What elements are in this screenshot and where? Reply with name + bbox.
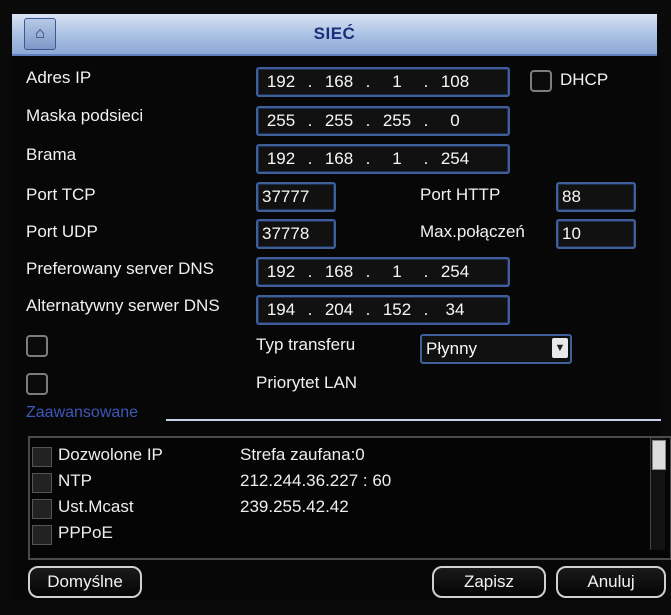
max-connections-label: Max.połączeń	[420, 222, 525, 241]
row-name: Ust.Mcast	[58, 497, 134, 516]
adns-octet-1: 194	[266, 300, 296, 319]
preferred-dns-label: Preferowany server DNS	[26, 259, 215, 278]
row-checkbox[interactable]	[32, 525, 52, 545]
http-port-value: 88	[562, 187, 581, 206]
gw-octet-3: 1	[392, 149, 402, 168]
row-checkbox[interactable]	[32, 499, 52, 519]
max-connections-field[interactable]: 10	[556, 219, 636, 249]
mask-octet-4: 0	[450, 111, 460, 130]
row-checkbox[interactable]	[32, 473, 52, 493]
gateway-field[interactable]: 192 . 168 . 1 . 254	[256, 144, 510, 174]
pdns-octet-3: 1	[392, 262, 402, 281]
row-name: PPPoE	[58, 523, 113, 542]
window-titlebar: SIEĆ	[12, 14, 657, 56]
list-scrollbar[interactable]	[650, 438, 666, 550]
cancel-button-label: Anuluj	[587, 572, 635, 591]
mask-octet-2: 255	[324, 111, 354, 130]
ip-address-label: Adres IP	[26, 68, 92, 87]
ip-address-field[interactable]: 192 . 168 . 1 . 108	[256, 67, 510, 97]
gw-octet-1: 192	[266, 149, 296, 168]
dhcp-checkbox[interactable]	[530, 70, 552, 92]
transfer-type-value: Płynny	[426, 339, 478, 358]
adns-octet-2: 204	[324, 300, 354, 319]
mask-octet-3: 255	[382, 111, 412, 130]
adns-octet-4: 34	[445, 300, 465, 319]
udp-port-label: Port UDP	[26, 222, 98, 241]
mask-octet-1: 255	[266, 111, 296, 130]
row-name: Dozwolone IP	[58, 445, 163, 464]
gw-octet-2: 168	[324, 149, 354, 168]
default-button-label: Domyślne	[47, 572, 123, 591]
transfer-type-checkbox[interactable]	[26, 335, 48, 357]
tcp-port-value: 37777	[262, 187, 310, 206]
pdns-octet-4: 254	[440, 262, 470, 281]
alternate-dns-field[interactable]: 194 . 204 . 152 . 34	[256, 295, 510, 325]
ip-octet-4: 108	[440, 72, 470, 91]
list-item[interactable]: PPPoE	[30, 522, 650, 546]
ip-octet-1: 192	[266, 72, 296, 91]
row-value: 239.255.42.42	[240, 497, 349, 516]
gw-octet-4: 254	[440, 149, 470, 168]
row-checkbox[interactable]	[32, 447, 52, 467]
cancel-button[interactable]: Anuluj	[556, 566, 666, 598]
tcp-port-field[interactable]: 37777	[256, 182, 336, 212]
http-port-label: Port HTTP	[420, 185, 501, 204]
network-icon: ⌂	[24, 18, 56, 50]
subnet-mask-label: Maska podsieci	[26, 106, 144, 125]
gateway-label: Brama	[26, 145, 77, 164]
lan-priority-label: Priorytet LAN	[256, 373, 358, 392]
ip-octet-2: 168	[324, 72, 354, 91]
list-item[interactable]: Dozwolone IP Strefa zaufana:0	[30, 444, 650, 468]
advanced-section-title: Zaawansowane	[26, 404, 139, 421]
pdns-octet-2: 168	[324, 262, 354, 281]
tcp-port-label: Port TCP	[26, 185, 96, 204]
chevron-down-icon[interactable]: ▼	[552, 338, 568, 358]
alternate-dns-label: Alternatywny serwer DNS	[26, 296, 220, 315]
transfer-type-select[interactable]: Płynny ▼	[420, 334, 572, 364]
ip-octet-3: 1	[392, 72, 402, 91]
default-button[interactable]: Domyślne	[28, 566, 142, 598]
row-value: 212.244.36.227 : 60	[240, 471, 392, 490]
scrollbar-thumb[interactable]	[652, 440, 666, 470]
pdns-octet-1: 192	[266, 262, 296, 281]
advanced-list: Dozwolone IP Strefa zaufana:0 NTP 212.24…	[28, 436, 671, 560]
window-title: SIEĆ	[313, 24, 356, 43]
row-value: Strefa zaufana:0	[240, 445, 365, 464]
http-port-field[interactable]: 88	[556, 182, 636, 212]
udp-port-value: 37778	[262, 224, 310, 243]
row-name: NTP	[58, 471, 92, 490]
dhcp-label: DHCP	[560, 70, 609, 89]
subnet-mask-field[interactable]: 255 . 255 . 255 . 0	[256, 106, 510, 136]
list-item[interactable]: NTP 212.244.36.227 : 60	[30, 470, 650, 494]
udp-port-field[interactable]: 37778	[256, 219, 336, 249]
adns-octet-3: 152	[382, 300, 412, 319]
preferred-dns-field[interactable]: 192 . 168 . 1 . 254	[256, 257, 510, 287]
save-button-label: Zapisz	[463, 572, 515, 591]
transfer-type-label: Typ transferu	[256, 335, 356, 354]
max-connections-value: 10	[562, 224, 581, 243]
section-divider	[166, 419, 661, 421]
list-item[interactable]: Ust.Mcast 239.255.42.42	[30, 496, 650, 520]
lan-priority-checkbox[interactable]	[26, 373, 48, 395]
save-button[interactable]: Zapisz	[432, 566, 546, 598]
